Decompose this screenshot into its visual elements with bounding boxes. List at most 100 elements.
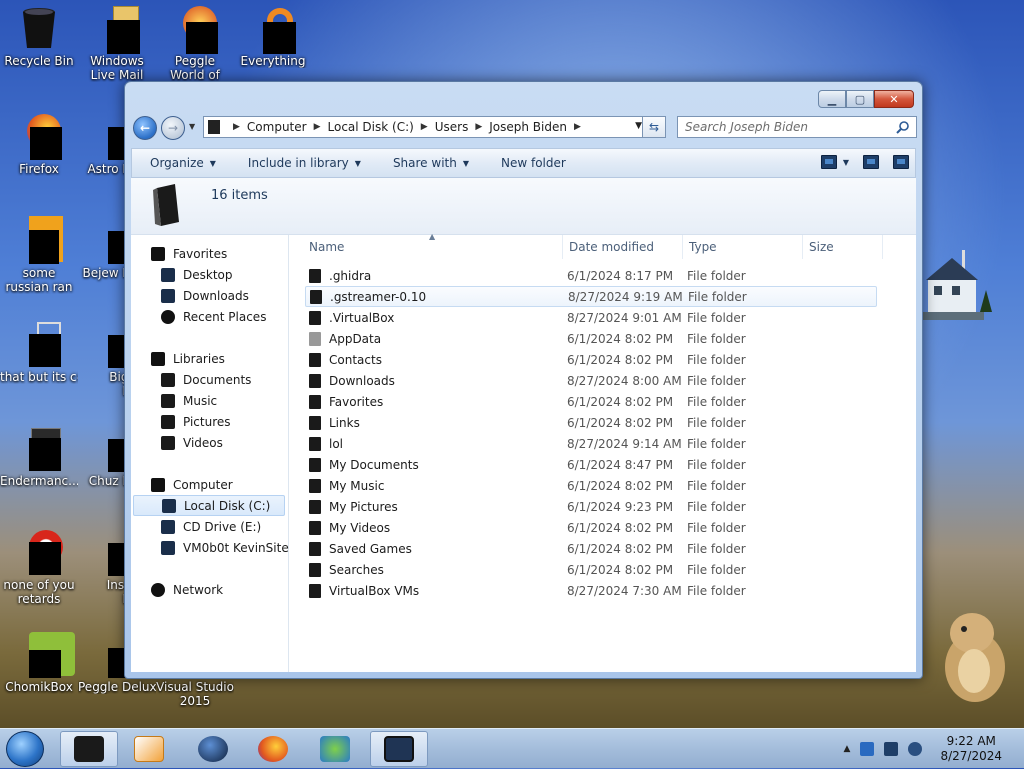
nav-computer[interactable]: Computer [151,474,233,495]
desktop-icon-some-russian[interactable]: some russian ran a rat [0,216,78,294]
table-row[interactable]: My Documents 6/1/2024 8:47 PM File folder [305,454,877,475]
minimize-button[interactable]: ▁ [818,90,846,108]
desktop-icon-peggle-wow[interactable]: Peggle World of Warcraft [156,4,234,82]
column-header-date-modified[interactable]: Date modified [563,235,683,259]
documents-icon [161,372,175,387]
nav-network[interactable]: Network [151,579,223,600]
nav-libraries[interactable]: Libraries [151,348,225,369]
new-folder-button[interactable]: New folder [483,156,580,170]
nav-label: Documents [183,372,252,387]
taskbar-firefox-button[interactable] [244,731,302,767]
table-row[interactable]: Saved Games 6/1/2024 8:02 PM File folder [305,538,877,559]
close-button[interactable]: ✕ [874,90,914,108]
nav-downloads[interactable]: Downloads [161,285,249,306]
firefox-icon [15,112,63,160]
nav-cd-drive[interactable]: CD Drive (E:) [161,516,261,537]
desktop-icon-label: Recycle Bin [4,54,74,68]
table-row[interactable]: AppData 6/1/2024 8:02 PM File folder [305,328,877,349]
file-name: Downloads [329,373,395,388]
desktop-icon-recycle-bin[interactable]: Recycle Bin [0,4,78,68]
clock[interactable]: 9:22 AM 8/27/2024 [940,734,1002,764]
nav-label: Downloads [183,288,249,303]
view-tools: ▼ [820,155,909,169]
table-row[interactable]: lol 8/27/2024 9:14 AM File folder [305,433,877,454]
search-input[interactable]: Search Joseph Biden [677,116,917,138]
network-status-icon[interactable] [860,742,875,756]
nav-music[interactable]: Music [161,390,217,411]
help-icon[interactable] [893,155,909,169]
explorer-window[interactable]: ▁ ▢ ✕ ← → ▼ ▶ Computer ▶ Local Disk (C:) ▶… [124,81,923,679]
show-hidden-icons-button[interactable]: ▲ [844,744,851,754]
refresh-button[interactable]: ⇆ [642,116,666,138]
folder-icon [310,289,322,304]
desktop-icon-endermanch[interactable]: Endermanc... [0,424,78,488]
table-row[interactable]: .ghidra 6/1/2024 8:17 PM File folder [305,265,877,286]
table-row[interactable]: Favorites 6/1/2024 8:02 PM File folder [305,391,877,412]
nav-videos[interactable]: Videos [161,432,223,453]
breadcrumb-computer[interactable]: Computer ▶ [247,120,328,134]
address-bar[interactable]: ▶ Computer ▶ Local Disk (C:) ▶ Users ▶ Jose… [203,116,649,138]
file-type: File folder [687,436,746,451]
display-icon[interactable] [884,742,899,756]
nav-favorites[interactable]: Favorites [151,243,227,264]
file-date: 8/27/2024 8:00 AM [567,373,682,388]
nav-recent-places[interactable]: Recent Places [161,306,266,327]
navigation-row: ← → ▼ ▶ Computer ▶ Local Disk (C:) ▶ Users… [133,114,917,142]
back-button[interactable]: ← [133,116,157,140]
desktop-icon-everything[interactable]: Everything [234,4,312,68]
nav-label: Music [183,393,218,408]
desktop-icon-that-but-its-csharp[interactable]: that but its c# [0,320,78,384]
file-name: Contacts [329,352,382,367]
organize-button[interactable]: Organize ▼ [132,156,230,170]
nav-desktop[interactable]: Desktop [161,264,233,285]
nav-pictures[interactable]: Pictures [161,411,231,432]
maximize-button[interactable]: ▢ [846,90,874,108]
chevron-down-icon[interactable]: ▼ [843,158,849,167]
nav-local-disk[interactable]: Local Disk (C:) [133,495,285,516]
change-view-icon[interactable] [820,155,837,169]
start-button[interactable] [6,731,44,767]
breadcrumb-users[interactable]: Users ▶ [435,120,490,134]
table-row[interactable]: Searches 6/1/2024 8:02 PM File folder [305,559,877,580]
column-header-size[interactable]: Size [803,235,883,259]
breadcrumb-local-disk[interactable]: Local Disk (C:) ▶ [328,120,435,134]
recent-pages-dropdown[interactable]: ▼ [189,122,199,134]
chevron-right-icon: ▶ [233,122,240,132]
table-row[interactable]: .VirtualBox 8/27/2024 9:01 AM File folder [305,307,877,328]
column-header-type[interactable]: Type [683,235,803,259]
taskbar-virtualbox-button[interactable] [370,731,428,767]
nav-vm-share[interactable]: VM0b0t KevinSite [161,537,289,558]
table-row[interactable]: My Music 6/1/2024 8:02 PM File folder [305,475,877,496]
taskbar-explorer-button[interactable] [60,731,118,767]
table-row[interactable]: My Pictures 6/1/2024 9:23 PM File folder [305,496,877,517]
desktop-icon-firefox[interactable]: Firefox [0,112,78,176]
app-icon [15,424,63,472]
share-with-button[interactable]: Share with ▼ [375,156,483,170]
table-row[interactable]: Downloads 8/27/2024 8:00 AM File folder [305,370,877,391]
desktop-icon-none-of-you[interactable]: none of you retards kno... [0,528,78,606]
include-in-library-button[interactable]: Include in library ▼ [230,156,375,170]
nav-label: Local Disk (C:) [184,498,271,513]
address-history-dropdown[interactable]: ▼ [635,121,642,131]
taskbar-idm-button[interactable] [306,731,364,767]
table-row[interactable]: .gstreamer-0.10 8/27/2024 9:19 AM File fol… [305,286,877,307]
preview-pane-icon[interactable] [863,155,879,169]
desktop-icon-chomikbox[interactable]: ChomikBox [0,630,78,694]
column-header-name[interactable]: Name ▲ [291,232,563,259]
desktop-icon-windows-live-mail[interactable]: Windows Live Mail [78,4,156,82]
table-row[interactable]: Links 6/1/2024 8:02 PM File folder [305,412,877,433]
volume-icon[interactable] [908,742,923,756]
nav-label: VM0b0t KevinSite [183,540,289,555]
file-name: My Music [329,478,385,493]
table-row[interactable]: My Videos 6/1/2024 8:02 PM File folder [305,517,877,538]
chevron-right-icon: ▶ [475,122,483,132]
table-row[interactable]: Contacts 6/1/2024 8:02 PM File folder [305,349,877,370]
forward-button[interactable]: → [161,116,185,140]
table-row[interactable]: VirtualBox VMs 8/27/2024 7:30 AM File fold… [305,580,877,601]
file-date: 6/1/2024 8:47 PM [567,457,674,472]
taskbar-globe-button[interactable] [184,731,242,767]
file-type: File folder [688,289,747,304]
breadcrumb-user-folder[interactable]: Joseph Biden ▶ [489,120,588,134]
nav-documents[interactable]: Documents [161,369,251,390]
taskbar-media-player-button[interactable] [120,731,178,767]
